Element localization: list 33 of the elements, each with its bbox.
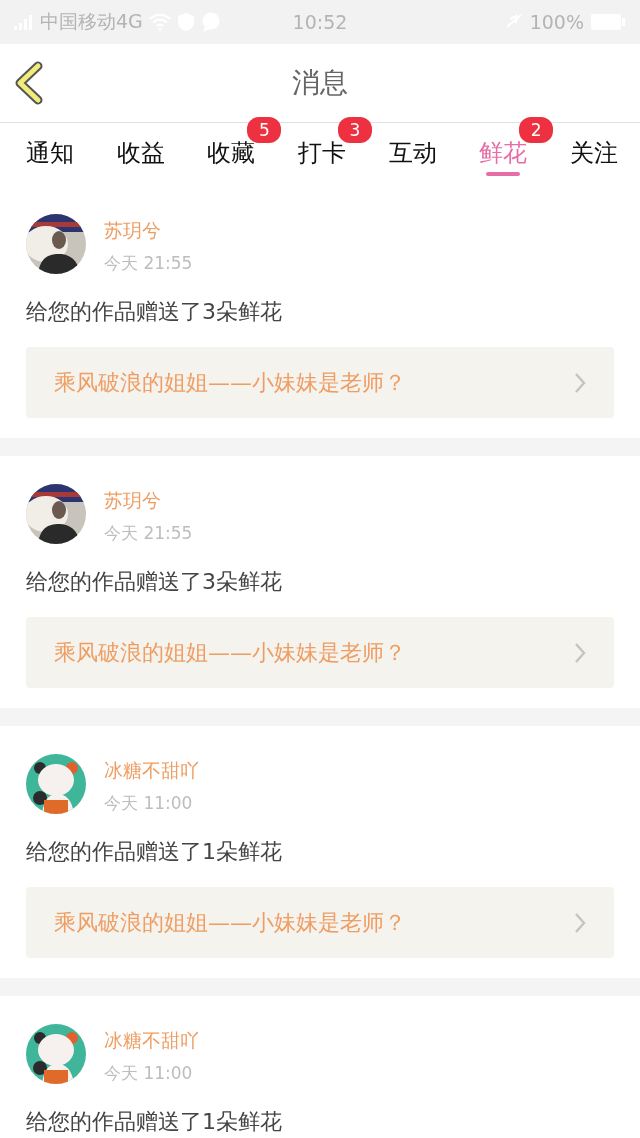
sender-name[interactable]: 冰糖不甜吖 <box>104 1028 199 1054</box>
timestamp: 今天 21:55 <box>104 252 193 275</box>
work-link-card[interactable]: 乘风破浪的姐姐——小妹妹是老师？ <box>26 347 614 418</box>
count-badge: 2 <box>519 117 554 143</box>
clock-text: 10:52 <box>292 11 348 33</box>
message-text: 给您的作品赠送了1朵鲜花 <box>26 1108 283 1136</box>
work-title: 乘风破浪的姐姐——小妹妹是老师？ <box>54 638 406 667</box>
chevron-right-icon <box>574 371 586 394</box>
sender-name[interactable]: 苏玥兮 <box>104 488 193 514</box>
tab[interactable]: 收益 <box>112 123 169 186</box>
count-badge: 5 <box>247 117 282 143</box>
work-link-card[interactable]: 乘风破浪的姐姐——小妹妹是老师？ <box>26 617 614 688</box>
chevron-right-icon <box>574 641 586 664</box>
work-link-card[interactable]: 乘风破浪的姐姐——小妹妹是老师？ <box>26 887 614 958</box>
tab[interactable]: 关注 <box>565 123 622 186</box>
sender-name[interactable]: 冰糖不甜吖 <box>104 758 199 784</box>
tab-underline <box>486 172 521 176</box>
tab[interactable]: 互动 <box>384 123 441 186</box>
timestamp: 今天 11:00 <box>104 792 194 815</box>
work-title: 乘风破浪的姐姐——小妹妹是老师？ <box>54 908 406 937</box>
page-title: 消息 <box>292 65 348 101</box>
message-text: 给您的作品赠送了1朵鲜花 <box>26 838 283 866</box>
count-badge: 3 <box>337 117 372 143</box>
tab[interactable]: 通知 <box>22 123 78 186</box>
timestamp: 今天 21:55 <box>104 522 193 545</box>
message-text: 给您的作品赠送了3朵鲜花 <box>26 298 283 326</box>
chevron-right-icon <box>574 911 586 934</box>
sender-name[interactable]: 苏玥兮 <box>104 218 193 244</box>
carrier-text: 中国移动4G <box>40 9 143 34</box>
work-title: 乘风破浪的姐姐——小妹妹是老师？ <box>54 368 406 397</box>
message-text: 给您的作品赠送了3朵鲜花 <box>26 568 283 596</box>
battery-text: 100% <box>529 11 584 33</box>
timestamp: 今天 11:00 <box>104 1062 194 1085</box>
